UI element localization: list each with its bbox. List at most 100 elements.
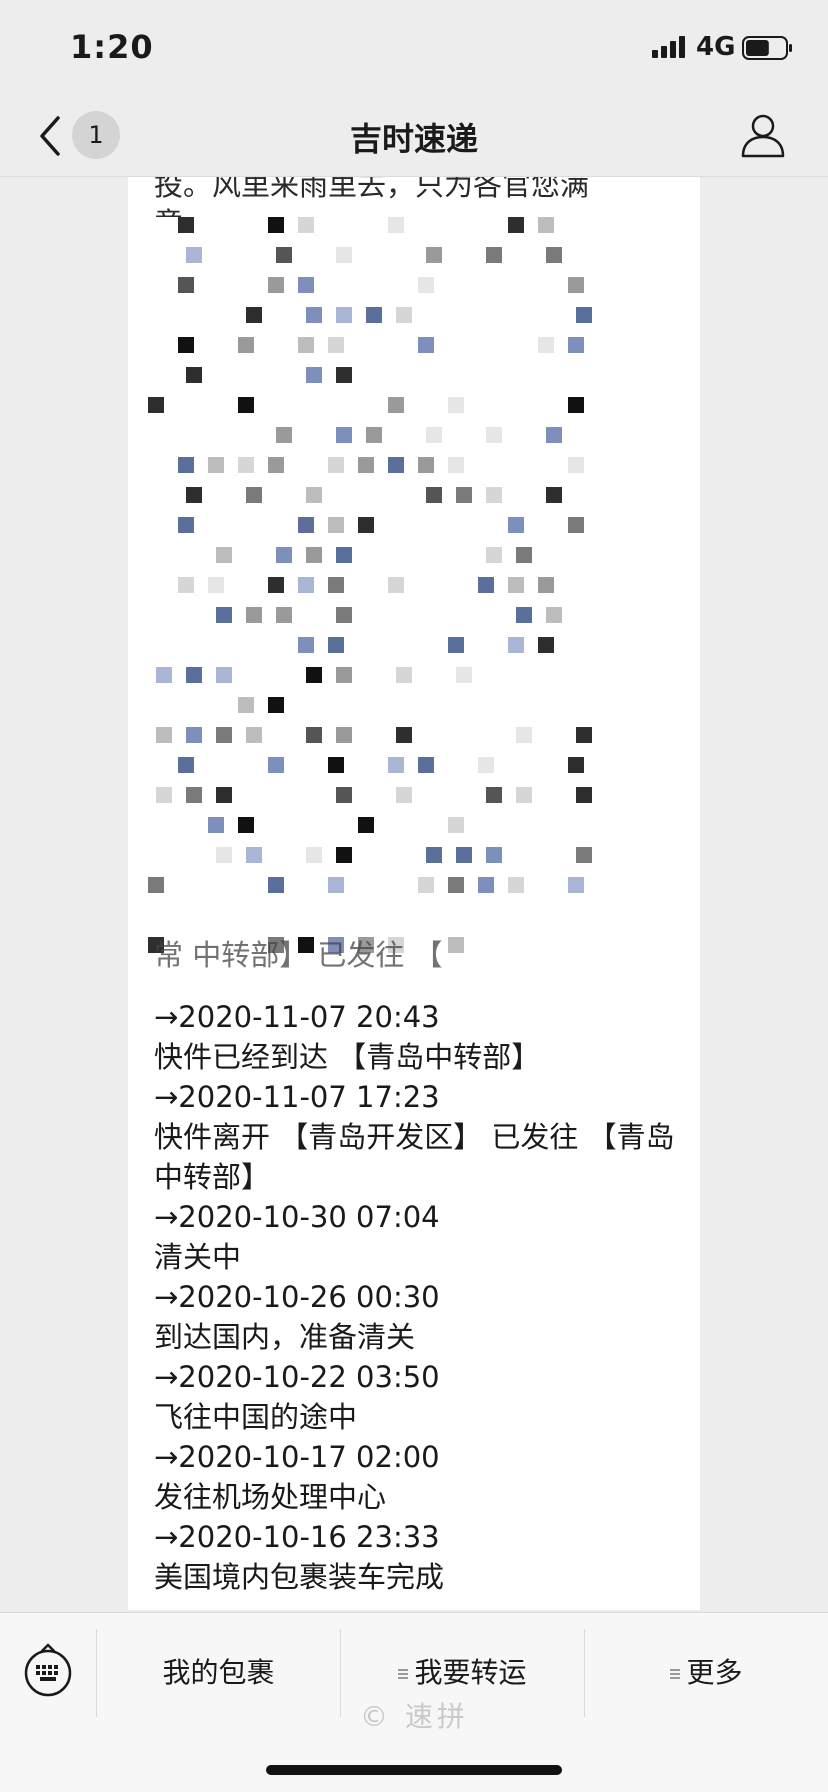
mosaic-cell xyxy=(186,787,202,803)
tracking-time: →2020-11-07 17:23 xyxy=(154,1080,440,1114)
mosaic-cell xyxy=(298,577,314,593)
mosaic-cell xyxy=(178,277,194,293)
mosaic-cell xyxy=(568,397,584,413)
mosaic-cell xyxy=(508,877,524,893)
mosaic-cell xyxy=(448,637,464,653)
mosaic-cell xyxy=(456,487,472,503)
mosaic-cell xyxy=(238,397,254,413)
mosaic-cell xyxy=(156,727,172,743)
mosaic-cell xyxy=(508,637,524,653)
mosaic-cell xyxy=(568,457,584,473)
mosaic-cell xyxy=(486,247,502,263)
tracking-entry: →2020-10-26 00:30 到达国内，准备清关 xyxy=(154,1277,694,1357)
back-chevron-icon[interactable] xyxy=(36,110,66,162)
menu-item-label: 我要转运 xyxy=(414,1656,527,1689)
mosaic-cell xyxy=(298,637,314,653)
tracking-time: →2020-10-17 02:00 xyxy=(154,1440,440,1474)
tracking-description: 飞往中国的途中 xyxy=(154,1400,358,1434)
mosaic-cell xyxy=(186,667,202,683)
tracking-entry: →2020-10-16 23:33 美国境内包裹装车完成 xyxy=(154,1517,694,1597)
mosaic-cell xyxy=(216,847,232,863)
status-bar: 1:20 4G xyxy=(0,0,828,96)
mosaic-cell xyxy=(568,277,584,293)
mosaic-cell xyxy=(186,727,202,743)
mosaic-cell xyxy=(178,457,194,473)
mosaic-cell xyxy=(208,577,224,593)
mosaic-cell xyxy=(238,337,254,353)
mosaic-cell xyxy=(336,427,352,443)
mosaic-cell xyxy=(448,397,464,413)
menu-item-label: 我的包裹 xyxy=(162,1656,275,1689)
mosaic-cell xyxy=(576,307,592,323)
mosaic-cell xyxy=(306,547,322,563)
mosaic-cell xyxy=(336,367,352,383)
mosaic-cell xyxy=(246,307,262,323)
mosaic-cell xyxy=(508,517,524,533)
mosaic-cell xyxy=(508,577,524,593)
mosaic-cell xyxy=(516,787,532,803)
mosaic-cell xyxy=(486,847,502,863)
bottom-menu: 我的包裹 我要转运 更多 © 速拼 xyxy=(0,1612,828,1792)
mosaic-cell xyxy=(426,487,442,503)
mosaic-cell xyxy=(268,277,284,293)
mosaic-cell xyxy=(246,847,262,863)
mosaic-cell xyxy=(336,787,352,803)
mosaic-cell xyxy=(216,667,232,683)
keyboard-icon[interactable] xyxy=(22,1641,74,1699)
mosaic-cell xyxy=(148,397,164,413)
mosaic-cell xyxy=(208,817,224,833)
network-label: 4G xyxy=(696,32,736,62)
mosaic-cell xyxy=(546,487,562,503)
mosaic-cell xyxy=(336,727,352,743)
mosaic-cell xyxy=(568,877,584,893)
tracking-time: →2020-10-30 07:04 xyxy=(154,1200,440,1234)
chat-screen: 1:20 4G 1 吉时速递 投。风里来雨里去，只为各官您满 意 常 中转部 xyxy=(0,0,828,1792)
mosaic-cell xyxy=(546,427,562,443)
mosaic-cell xyxy=(396,787,412,803)
mosaic-cell xyxy=(216,727,232,743)
home-indicator[interactable] xyxy=(266,1765,562,1775)
mosaic-cell xyxy=(238,457,254,473)
mosaic-cell xyxy=(576,847,592,863)
mosaic-cell xyxy=(568,517,584,533)
profile-icon[interactable] xyxy=(740,110,786,160)
mosaic-cell xyxy=(336,307,352,323)
mosaic-cell xyxy=(178,337,194,353)
mosaic-cell xyxy=(546,247,562,263)
mosaic-cell xyxy=(486,427,502,443)
mosaic-cell xyxy=(538,217,554,233)
submenu-icon xyxy=(398,1668,409,1680)
mosaic-cell xyxy=(546,607,562,623)
tracking-entry: →2020-11-07 17:23 快件离开 【青岛开发区】 已发往 【青岛中转部… xyxy=(154,1077,694,1197)
tracking-time: →2020-10-22 03:50 xyxy=(154,1360,440,1394)
menu-item-my-packages[interactable]: 我的包裹 xyxy=(97,1629,340,1717)
mosaic-cell xyxy=(246,607,262,623)
page-title: 吉时速递 xyxy=(349,120,478,158)
nav-bar: 1 吉时速递 xyxy=(0,96,828,177)
mosaic-cell xyxy=(178,757,194,773)
tracking-entry: →2020-10-22 03:50 飞往中国的途中 xyxy=(154,1357,694,1437)
mosaic-cell xyxy=(516,727,532,743)
mosaic-cell xyxy=(388,457,404,473)
mosaic-cell xyxy=(268,697,284,713)
mosaic-cell xyxy=(298,277,314,293)
signal-icon xyxy=(652,36,685,58)
menu-item-more[interactable]: 更多 xyxy=(585,1629,828,1717)
mosaic-cell xyxy=(426,847,442,863)
unread-badge[interactable]: 1 xyxy=(72,111,120,159)
mosaic-cell xyxy=(456,667,472,683)
mosaic-cell xyxy=(148,877,164,893)
mosaic-cell xyxy=(418,277,434,293)
pixelated-redaction xyxy=(128,217,700,977)
mosaic-cell xyxy=(268,217,284,233)
mosaic-cell xyxy=(238,817,254,833)
mosaic-cell xyxy=(396,667,412,683)
mosaic-cell xyxy=(246,487,262,503)
mosaic-cell xyxy=(478,757,494,773)
watermark: © 速拼 xyxy=(360,1700,469,1733)
tracking-time: →2020-10-16 23:33 xyxy=(154,1520,440,1554)
mosaic-cell xyxy=(268,577,284,593)
message-bubble: 投。风里来雨里去，只为各官您满 意 常 中转部】 已发往 【 →2020-11-… xyxy=(128,177,700,1610)
tracking-time: →2020-10-26 00:30 xyxy=(154,1280,440,1314)
mosaic-cell xyxy=(396,307,412,323)
